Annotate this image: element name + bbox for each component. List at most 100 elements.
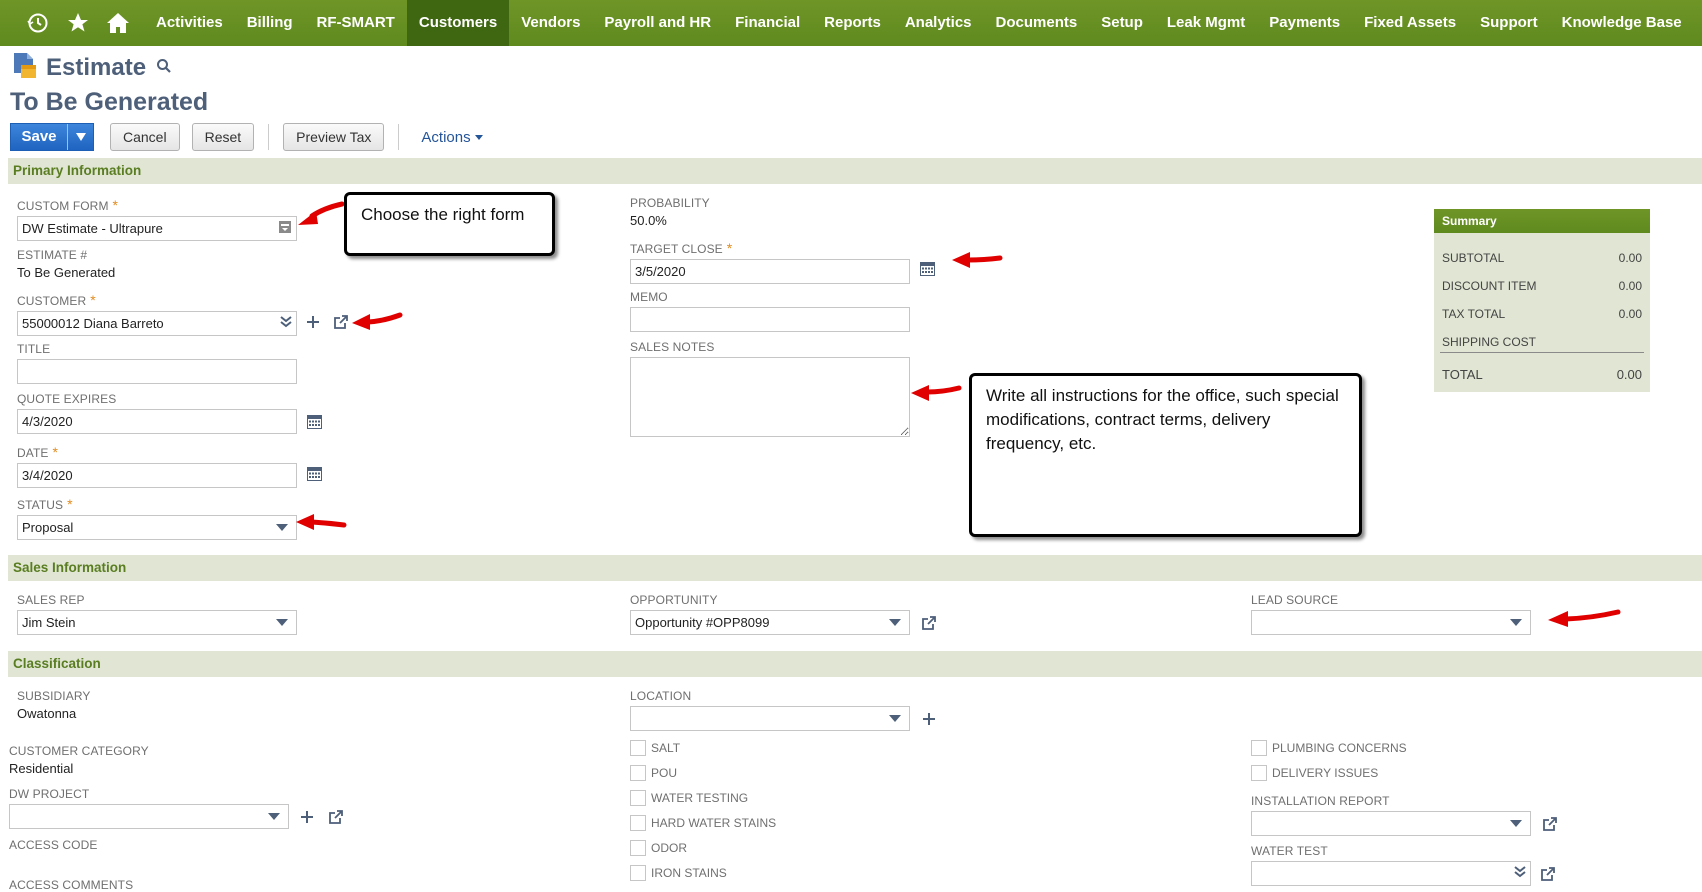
nav-knowledge-base[interactable]: Knowledge Base — [1550, 0, 1694, 46]
star-icon[interactable] — [58, 0, 98, 46]
dw-project-select[interactable] — [9, 804, 289, 829]
quote-expires-input[interactable]: 4/3/2020 — [17, 409, 297, 434]
checkbox-box[interactable] — [1251, 765, 1267, 781]
checkbox-odor[interactable]: Odor — [630, 840, 687, 856]
estimate-number-field: Estimate # To Be Generated — [17, 248, 115, 280]
summary-row-label: Shipping Cost — [1442, 335, 1537, 349]
open-installation-report-external-icon[interactable] — [1541, 814, 1559, 834]
dropdown-arrow-icon[interactable] — [889, 715, 901, 722]
lead-source-select[interactable] — [1251, 610, 1531, 635]
customer-input[interactable]: 55000012 Diana Barreto — [17, 311, 297, 336]
save-menu-dropdown-icon[interactable] — [67, 124, 93, 150]
add-dw-project-plus-icon[interactable] — [299, 807, 315, 827]
dropdown-arrow-icon[interactable] — [276, 524, 288, 531]
checkbox-hard-water-stains[interactable]: Hard Water Stains — [630, 815, 776, 831]
checkbox-box[interactable] — [630, 865, 646, 881]
open-opportunity-external-icon[interactable] — [920, 613, 938, 633]
nav-documents[interactable]: Documents — [984, 0, 1090, 46]
nav-customers[interactable]: Customers — [406, 0, 510, 46]
checkbox-plumbing-concerns[interactable]: Plumbing Concerns — [1251, 740, 1407, 756]
reset-button[interactable]: Reset — [191, 123, 255, 151]
quote-expires-label: Quote Expires — [17, 392, 117, 406]
location-select[interactable] — [630, 706, 910, 731]
checkbox-box[interactable] — [630, 790, 646, 806]
sales-rep-select[interactable]: Jim Stein — [17, 610, 297, 635]
checkbox-box[interactable] — [1251, 740, 1267, 756]
water-test-input[interactable] — [1251, 861, 1531, 886]
date-input[interactable]: 3/4/2020 — [17, 463, 297, 488]
list-picker-icon[interactable] — [278, 220, 292, 237]
preview-tax-button[interactable]: Preview Tax — [283, 123, 385, 151]
nav-activities[interactable]: Activities — [144, 0, 235, 46]
sales-notes-textarea[interactable] — [630, 357, 910, 437]
double-chevron-down-icon[interactable] — [280, 316, 292, 331]
checkbox-box[interactable] — [630, 765, 646, 781]
nav-reports[interactable]: Reports — [812, 0, 893, 46]
target-close-input[interactable]: 3/5/2020 — [630, 259, 910, 284]
status-label: Status * — [17, 496, 73, 512]
checkbox-label: Delivery Issues — [1272, 766, 1379, 780]
checkbox-delivery-issues[interactable]: Delivery Issues — [1251, 765, 1378, 781]
open-water-test-external-icon[interactable] — [1539, 864, 1557, 884]
checkbox-pou[interactable]: POU — [630, 765, 677, 781]
nav-setup[interactable]: Setup — [1089, 0, 1155, 46]
dropdown-arrow-icon[interactable] — [268, 813, 280, 820]
checkbox-water-testing[interactable]: Water Testing — [630, 790, 748, 806]
home-icon[interactable] — [98, 0, 138, 46]
custom-form-select[interactable]: DW Estimate - Ultrapure — [17, 216, 297, 241]
installation-report-select[interactable] — [1251, 811, 1531, 836]
search-icon[interactable] — [156, 58, 172, 77]
summary-total-label: Total — [1442, 367, 1483, 382]
calendar-icon[interactable] — [918, 260, 936, 278]
dropdown-arrow-icon[interactable] — [889, 619, 901, 626]
memo-field: Memo — [630, 290, 910, 332]
nav-fixed-assets[interactable]: Fixed Assets — [1352, 0, 1468, 46]
checkbox-box[interactable] — [630, 740, 646, 756]
save-button[interactable]: Save — [10, 123, 94, 151]
section-primary-information[interactable]: Primary Information — [8, 158, 1702, 184]
summary-row-label: Tax Total — [1442, 307, 1506, 321]
checkbox-box[interactable] — [630, 840, 646, 856]
dropdown-arrow-icon[interactable] — [1510, 820, 1522, 827]
customer-value: 55000012 Diana Barreto — [22, 316, 164, 331]
nav-rf-smart[interactable]: RF-SMART — [305, 0, 407, 46]
checkbox-salt[interactable]: Salt — [630, 740, 680, 756]
section-sales-information[interactable]: Sales Information — [8, 555, 1702, 581]
memo-input[interactable] — [630, 307, 910, 332]
red-arrow-icon — [296, 514, 347, 530]
cancel-button[interactable]: Cancel — [110, 123, 180, 151]
actions-menu[interactable]: Actions — [421, 129, 483, 146]
summary-total-value: 0.00 — [1616, 367, 1642, 382]
title-input[interactable] — [17, 359, 297, 384]
double-chevron-down-icon[interactable] — [1514, 866, 1526, 881]
checkbox-box[interactable] — [630, 815, 646, 831]
opportunity-value: Opportunity #OPP8099 — [635, 615, 770, 630]
add-location-plus-icon[interactable] — [921, 709, 937, 729]
recent-icon[interactable] — [18, 0, 58, 46]
sales-notes-field: Sales Notes — [630, 340, 910, 440]
dropdown-arrow-icon[interactable] — [276, 619, 288, 626]
nav-vendors[interactable]: Vendors — [509, 0, 592, 46]
nav-payments[interactable]: Payments — [1257, 0, 1352, 46]
installation-report-field: Installation Report — [1251, 794, 1531, 836]
installation-report-label: Installation Report — [1251, 794, 1390, 808]
checkbox-iron-stains[interactable]: Iron Stains — [630, 865, 727, 881]
status-select[interactable]: Proposal — [17, 515, 297, 540]
nav-analytics[interactable]: Analytics — [893, 0, 984, 46]
nav-financial[interactable]: Financial — [723, 0, 812, 46]
nav-payroll-hr[interactable]: Payroll and HR — [592, 0, 723, 46]
nav-support[interactable]: Support — [1468, 0, 1550, 46]
add-customer-plus-icon[interactable] — [305, 312, 321, 332]
calendar-icon[interactable] — [305, 465, 323, 483]
calendar-icon[interactable] — [305, 413, 323, 431]
opportunity-select[interactable]: Opportunity #OPP8099 — [630, 610, 910, 635]
nav-billing[interactable]: Billing — [235, 0, 305, 46]
customer-category-label: Customer Category — [9, 744, 149, 758]
nav-leak-mgmt[interactable]: Leak Mgmt — [1155, 0, 1257, 46]
checkbox-label: Water Testing — [651, 791, 749, 805]
lead-source-label: Lead Source — [1251, 593, 1339, 607]
open-dw-project-external-icon[interactable] — [327, 807, 345, 827]
location-label: Location — [630, 689, 692, 703]
section-classification[interactable]: Classification — [8, 651, 1702, 677]
dropdown-arrow-icon[interactable] — [1510, 619, 1522, 626]
